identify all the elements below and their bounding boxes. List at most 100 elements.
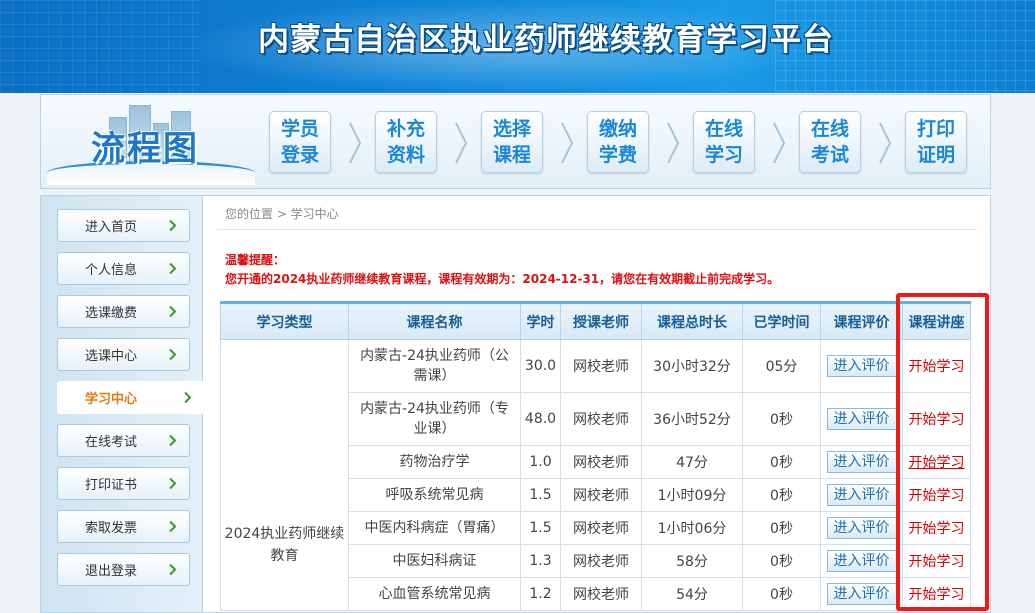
- course-studied-cell: 05分: [742, 339, 821, 393]
- chevron-right-icon: [561, 122, 574, 164]
- course-total-cell: 1小时09分: [641, 478, 743, 512]
- course-name-cell: 心血管系统常见病: [348, 577, 521, 611]
- chevron-right-icon: [349, 122, 362, 164]
- course-name-cell: 中医内科病症（胃痛）: [348, 511, 521, 545]
- course-total-cell: 47分: [641, 445, 743, 479]
- course-eval-cell: 进入评价: [820, 478, 903, 512]
- flow-step-line2: 证明: [916, 144, 955, 166]
- course-eval-cell: 进入评价: [820, 445, 903, 479]
- chevron-right-icon: [455, 122, 468, 164]
- chevron-right-icon: [169, 434, 177, 447]
- sidebar-item-3[interactable]: 选课缴费: [57, 295, 190, 328]
- sidebar-item-8[interactable]: 索取发票: [57, 510, 190, 543]
- notice-title: 温馨提醒：: [225, 253, 286, 267]
- flow-step-line2: 考试: [810, 144, 849, 166]
- sidebar-item-5[interactable]: 学习中心: [57, 381, 205, 414]
- course-teacher-cell: 网校老师: [560, 445, 642, 479]
- course-table: 学习类型 课程名称 学时 授课老师 课程总时长 已学时间 课程评价 课程讲座 2…: [220, 301, 971, 611]
- enter-evaluation-button[interactable]: 进入评价: [826, 550, 897, 572]
- chevron-right-icon: [169, 477, 177, 490]
- sidebar-item-label: 打印证书: [84, 478, 137, 493]
- course-teacher-cell: 网校老师: [560, 577, 642, 611]
- flow-step-4[interactable]: 缴纳 学费: [587, 111, 649, 173]
- flow-step-line1: 补充: [386, 118, 425, 140]
- sidebar-item-4[interactable]: 选课中心: [57, 338, 190, 371]
- course-total-cell: 36小时52分: [641, 392, 743, 446]
- chevron-right-icon: [879, 122, 892, 164]
- flow-step-6[interactable]: 在线 考试: [799, 111, 861, 173]
- course-eval-cell: 进入评价: [820, 577, 903, 611]
- flow-step-line1: 打印: [916, 118, 955, 140]
- enter-evaluation-button[interactable]: 进入评价: [826, 451, 897, 473]
- enter-evaluation-button[interactable]: 进入评价: [826, 355, 897, 377]
- study-type-cell: 2024执业药师继续教育: [220, 339, 349, 611]
- course-eval-cell: 进入评价: [820, 511, 903, 545]
- flow-step-line1: 学员: [280, 118, 319, 140]
- flow-step-3[interactable]: 选择 课程: [481, 111, 543, 173]
- course-hours-cell: 1.5: [520, 478, 561, 512]
- header-course-name: 课程名称: [348, 301, 521, 340]
- course-hours-cell: 48.0: [520, 392, 561, 446]
- sidebar-item-label: 退出登录: [84, 564, 137, 579]
- course-total-cell: 30小时32分: [641, 339, 743, 393]
- course-name-cell: 中医妇科病证: [348, 544, 521, 578]
- chevron-right-icon: [184, 391, 192, 404]
- flow-step-label: 打印 证明: [914, 116, 958, 168]
- header-evaluation: 课程评价: [820, 301, 903, 340]
- header-total-duration: 课程总时长: [641, 301, 743, 340]
- header-study-type: 学习类型: [220, 301, 349, 340]
- chevron-right-icon: [169, 219, 177, 232]
- chevron-right-icon: [169, 520, 177, 533]
- sidebar-item-9[interactable]: 退出登录: [57, 553, 190, 586]
- chevron-right-icon: [169, 563, 177, 576]
- enter-evaluation-button[interactable]: 进入评价: [826, 408, 897, 430]
- sidebar-item-7[interactable]: 打印证书: [57, 467, 190, 500]
- course-teacher-cell: 网校老师: [560, 478, 642, 512]
- divider: [217, 229, 977, 230]
- course-studied-cell: 0秒: [742, 478, 821, 512]
- sidebar-item-label: 在线考试: [84, 435, 137, 450]
- flow-title: 流程图: [91, 129, 199, 169]
- flow-step-1[interactable]: 学员 登录: [269, 111, 331, 173]
- sidebar: 进入首页个人信息选课缴费选课中心学习中心在线考试打印证书索取发票退出登录: [40, 195, 205, 613]
- course-studied-cell: 0秒: [742, 577, 821, 611]
- sidebar-item-1[interactable]: 进入首页: [57, 209, 190, 242]
- course-studied-cell: 0秒: [742, 445, 821, 479]
- course-eval-cell: 进入评价: [820, 544, 903, 578]
- flow-step-line2: 课程: [492, 144, 531, 166]
- sidebar-item-label: 进入首页: [84, 220, 137, 235]
- flow-step-2[interactable]: 补充 资料: [375, 111, 437, 173]
- site-title: 内蒙古自治区执业药师继续教育学习平台: [258, 22, 834, 58]
- flow-step-line1: 选择: [492, 118, 531, 140]
- enter-evaluation-button[interactable]: 进入评价: [826, 484, 897, 506]
- course-name-cell: 呼吸系统常见病: [348, 478, 521, 512]
- course-total-cell: 54分: [641, 577, 743, 611]
- flow-steps: 学员 登录 补充 资料 选择 课程 缴纳 学费 在线 学习 在线 考试 打印 证明: [269, 111, 989, 173]
- course-teacher-cell: 网校老师: [560, 339, 642, 393]
- flow-step-7[interactable]: 打印 证明: [905, 111, 967, 173]
- table-header-row: 学习类型 课程名称 学时 授课老师 课程总时长 已学时间 课程评价 课程讲座: [220, 301, 971, 340]
- flow-panel: 流程图 学员 登录 补充 资料 选择 课程 缴纳 学费 在线 学习 在线 考试 打印 证明: [40, 94, 991, 189]
- course-teacher-cell: 网校老师: [560, 392, 642, 446]
- course-studied-cell: 0秒: [742, 511, 821, 545]
- flow-step-line1: 在线: [810, 118, 849, 140]
- flow-step-label: 选择 课程: [490, 116, 534, 168]
- course-studied-cell: 0秒: [742, 392, 821, 446]
- course-hours-cell: 1.2: [520, 577, 561, 611]
- sidebar-item-label: 索取发票: [84, 521, 137, 536]
- course-hours-cell: 30.0: [520, 339, 561, 393]
- course-total-cell: 58分: [641, 544, 743, 578]
- sidebar-item-label: 学习中心: [84, 392, 137, 407]
- course-studied-cell: 0秒: [742, 544, 821, 578]
- sidebar-item-6[interactable]: 在线考试: [57, 424, 190, 457]
- course-hours-cell: 1.3: [520, 544, 561, 578]
- flow-step-label: 缴纳 学费: [596, 116, 640, 168]
- enter-evaluation-button[interactable]: 进入评价: [826, 517, 897, 539]
- sidebar-item-2[interactable]: 个人信息: [57, 252, 190, 285]
- chevron-right-icon: [169, 262, 177, 275]
- notice-text: 您开通的2024执业药师继续教育课程，课程有效期为：2024-12-31，请您在…: [225, 272, 780, 286]
- chevron-right-icon: [773, 122, 786, 164]
- header-studied-time: 已学时间: [742, 301, 821, 340]
- flow-step-5[interactable]: 在线 学习: [693, 111, 755, 173]
- enter-evaluation-button[interactable]: 进入评价: [826, 583, 897, 605]
